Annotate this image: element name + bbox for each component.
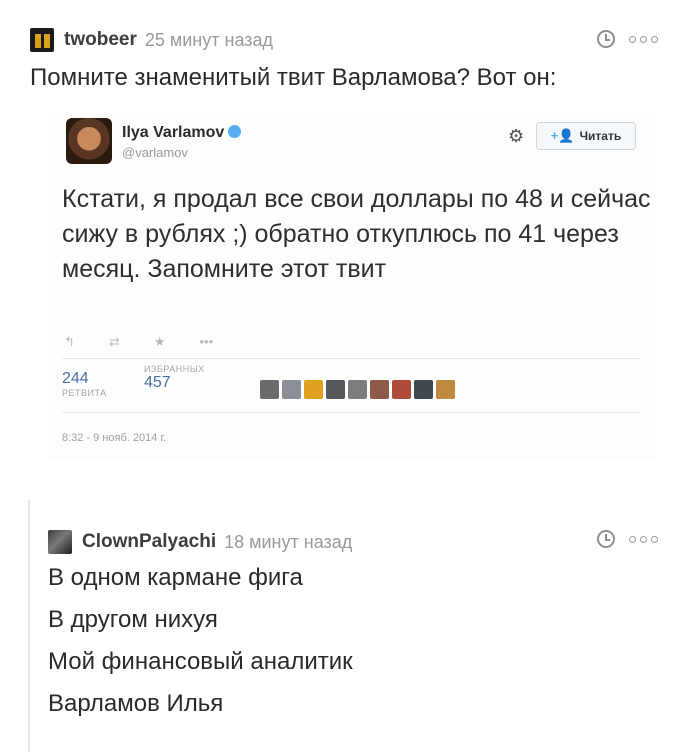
- tweet-date: 8:32 - 9 нояб. 2014 г.: [62, 432, 167, 444]
- username[interactable]: twobeer: [64, 29, 137, 51]
- comment-tools: [597, 30, 658, 48]
- comment-twobeer: twobeer 25 минут назад Помните знамениты…: [0, 0, 700, 500]
- timestamp: 25 минут назад: [144, 29, 274, 50]
- comment-tools: [597, 530, 658, 548]
- comment-text: Помните знаменитый твит Варламова? Вот о…: [30, 64, 557, 91]
- verified-icon: [228, 125, 242, 138]
- clock-icon[interactable]: [597, 30, 615, 48]
- favoriter-avatar: [370, 380, 389, 399]
- favoriter-avatar: [304, 380, 323, 399]
- tweet-text: Кстати, я продал все свои доллары по 48 …: [62, 185, 651, 283]
- favorite-count: ИЗБРАННЫХ 457: [144, 364, 205, 391]
- username[interactable]: ClownPalyachi: [82, 531, 216, 553]
- favoriter-avatar: [326, 380, 345, 399]
- favoriter-avatar: [392, 380, 411, 399]
- tweet-actions: ↰ ⇄ ★ •••: [64, 334, 213, 350]
- tweet-avatar: [66, 118, 112, 164]
- divider: [62, 358, 640, 359]
- avatar[interactable]: [48, 530, 72, 554]
- comment-clownpalyachi: ClownPalyachi 18 минут назад В одном кар…: [28, 500, 700, 752]
- avatar[interactable]: [30, 28, 54, 52]
- more-icon[interactable]: [629, 535, 658, 543]
- favoriter-avatar: [260, 380, 279, 399]
- tweet-author: Ilya Varlamov: [122, 124, 242, 142]
- favoriters-avatars: [260, 380, 455, 399]
- gear-icon: ⚙: [508, 126, 525, 146]
- comment-line: Варламов Илья: [48, 690, 224, 717]
- more-icon: •••: [199, 334, 214, 349]
- favoriter-avatar: [414, 380, 433, 399]
- comment-line: Мой финансовый аналитик: [48, 648, 353, 675]
- add-user-icon: +👤: [550, 128, 575, 143]
- reply-icon: ↰: [64, 334, 75, 349]
- embedded-tweet-image: Ilya Varlamov @varlamov ⚙ +👤 Читать Кстат…: [48, 112, 658, 460]
- clock-icon[interactable]: [597, 530, 615, 548]
- retweet-icon: ⇄: [108, 334, 120, 349]
- follow-button: +👤 Читать: [536, 122, 636, 150]
- comment-header: ClownPalyachi 18 минут назад: [48, 530, 352, 554]
- favoriter-avatar: [282, 380, 301, 399]
- favoriter-avatar: [348, 380, 367, 399]
- comment-line: В одном кармане фига: [48, 564, 303, 591]
- divider: [62, 412, 640, 413]
- comment-header: twobeer 25 минут назад: [30, 28, 273, 52]
- tweet-handle: @varlamov: [122, 145, 188, 160]
- more-icon[interactable]: [629, 35, 658, 43]
- favorite-icon: ★: [153, 334, 166, 349]
- timestamp: 18 минут назад: [224, 531, 353, 552]
- comment-line: В другом нихуя: [48, 606, 218, 633]
- favoriter-avatar: [436, 380, 455, 399]
- retweet-count: 244 РЕТВИТА: [62, 370, 107, 398]
